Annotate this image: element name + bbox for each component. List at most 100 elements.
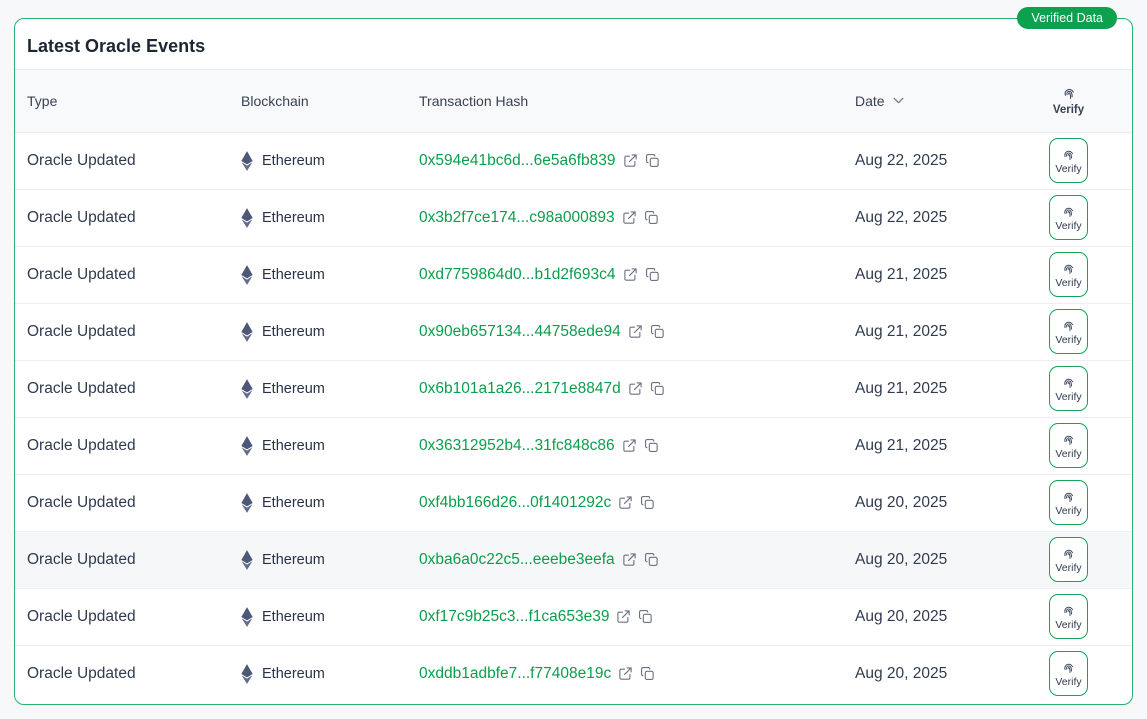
oracle-events-table: Type Blockchain Transaction Hash Date [15,70,1132,702]
table-row: Oracle Updated Ethereum 0x594e41bc6d...6… [15,132,1132,189]
ethereum-icon [241,664,253,684]
external-link-icon[interactable] [618,495,633,510]
copy-icon[interactable] [644,552,659,567]
transaction-hash-link[interactable]: 0xd7759864d0...b1d2f693c4 [419,266,616,284]
blockchain-name: Ethereum [262,552,325,568]
blockchain-name: Ethereum [262,495,325,511]
copy-icon[interactable] [644,210,659,225]
table-row: Oracle Updated Ethereum 0xddb1adbfe7...f… [15,645,1132,702]
verify-button[interactable]: Verify [1049,651,1088,696]
latest-oracle-events-card: Latest Oracle Events Type Blockchain Tra… [14,18,1133,705]
verify-button[interactable]: Verify [1049,309,1088,354]
copy-icon[interactable] [645,267,660,282]
column-header-transaction-hash: Transaction Hash [419,70,855,132]
ethereum-icon [241,265,253,285]
blockchain-name: Ethereum [262,324,325,340]
transaction-hash-link[interactable]: 0xba6a0c22c5...eeebe3eefa [419,551,615,569]
transaction-hash-link[interactable]: 0xf17c9b25c3...f1ca653e39 [419,608,609,626]
event-type: Oracle Updated [15,189,241,246]
fingerprint-icon [1061,489,1076,504]
ethereum-icon [241,436,253,456]
event-type: Oracle Updated [15,417,241,474]
event-date: Aug 21, 2025 [855,246,1005,303]
table-row: Oracle Updated Ethereum 0x3b2f7ce174...c… [15,189,1132,246]
blockchain-name: Ethereum [262,210,325,226]
verify-button[interactable]: Verify [1049,138,1088,183]
event-date: Aug 20, 2025 [855,474,1005,531]
event-type: Oracle Updated [15,132,241,189]
table-row: Oracle Updated Ethereum 0xba6a0c22c5...e… [15,531,1132,588]
blockchain-name: Ethereum [262,609,325,625]
ethereum-icon [241,322,253,342]
event-date: Aug 20, 2025 [855,588,1005,645]
verify-button[interactable]: Verify [1049,594,1088,639]
verify-button[interactable]: Verify [1049,366,1088,411]
external-link-icon[interactable] [622,210,637,225]
column-header-date: Date [855,93,885,109]
transaction-hash-link[interactable]: 0xf4bb166d26...0f1401292c [419,494,611,512]
ethereum-icon [241,607,253,627]
table-row: Oracle Updated Ethereum 0xf4bb166d26...0… [15,474,1132,531]
table-row: Oracle Updated Ethereum 0x90eb657134...4… [15,303,1132,360]
copy-icon[interactable] [640,495,655,510]
external-link-icon[interactable] [623,153,638,168]
transaction-hash-link[interactable]: 0x90eb657134...44758ede94 [419,323,621,341]
fingerprint-icon [1061,318,1076,333]
fingerprint-icon [1061,546,1076,561]
event-date: Aug 20, 2025 [855,531,1005,588]
verify-button[interactable]: Verify [1049,195,1088,240]
transaction-hash-link[interactable]: 0x6b101a1a26...2171e8847d [419,380,621,398]
copy-icon[interactable] [638,609,653,624]
chevron-down-icon [891,93,906,108]
verify-button[interactable]: Verify [1049,252,1088,297]
copy-icon[interactable] [650,324,665,339]
copy-icon[interactable] [644,438,659,453]
ethereum-icon [241,379,253,399]
ethereum-icon [241,550,253,570]
table-header-row: Type Blockchain Transaction Hash Date [15,70,1132,132]
event-type: Oracle Updated [15,360,241,417]
fingerprint-icon [1061,432,1076,447]
blockchain-name: Ethereum [262,153,325,169]
fingerprint-icon [1061,261,1076,276]
event-date: Aug 22, 2025 [855,132,1005,189]
blockchain-name: Ethereum [262,666,325,682]
transaction-hash-link[interactable]: 0x594e41bc6d...6e5a6fb839 [419,152,616,170]
fingerprint-icon [1061,375,1076,390]
fingerprint-icon [1061,204,1076,219]
verify-button[interactable]: Verify [1049,423,1088,468]
page-title: Latest Oracle Events [15,19,1132,70]
external-link-icon[interactable] [622,438,637,453]
transaction-hash-link[interactable]: 0xddb1adbfe7...f77408e19c [419,665,611,683]
event-type: Oracle Updated [15,588,241,645]
column-header-date-sort[interactable]: Date [855,93,906,109]
copy-icon[interactable] [640,666,655,681]
column-header-verify: Verify [1053,104,1084,116]
table-row: Oracle Updated Ethereum 0x6b101a1a26...2… [15,360,1132,417]
external-link-icon[interactable] [628,381,643,396]
verify-button[interactable]: Verify [1049,480,1088,525]
event-date: Aug 22, 2025 [855,189,1005,246]
external-link-icon[interactable] [628,324,643,339]
blockchain-name: Ethereum [262,267,325,283]
fingerprint-icon [1061,147,1076,162]
external-link-icon[interactable] [623,267,638,282]
event-type: Oracle Updated [15,246,241,303]
event-date: Aug 21, 2025 [855,360,1005,417]
column-header-blockchain: Blockchain [241,70,419,132]
copy-icon[interactable] [650,381,665,396]
external-link-icon[interactable] [618,666,633,681]
verify-button[interactable]: Verify [1049,537,1088,582]
ethereum-icon [241,493,253,513]
event-type: Oracle Updated [15,474,241,531]
external-link-icon[interactable] [622,552,637,567]
event-date: Aug 21, 2025 [855,303,1005,360]
external-link-icon[interactable] [616,609,631,624]
fingerprint-icon [1061,603,1076,618]
blockchain-name: Ethereum [262,438,325,454]
copy-icon[interactable] [645,153,660,168]
blockchain-name: Ethereum [262,381,325,397]
transaction-hash-link[interactable]: 0x3b2f7ce174...c98a000893 [419,209,615,227]
transaction-hash-link[interactable]: 0x36312952b4...31fc848c86 [419,437,615,455]
page-background: Verified Data Latest Oracle Events Type … [0,0,1147,719]
